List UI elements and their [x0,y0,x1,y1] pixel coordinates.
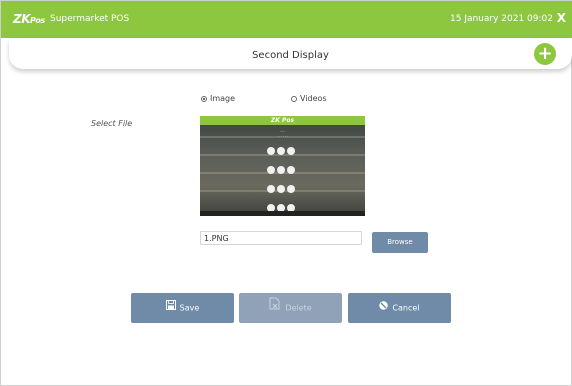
cancel-icon [379,293,389,323]
radio-unselected-icon [291,96,297,102]
select-file-label: Select File [91,119,133,128]
image-preview: ZK Pos ----- - - - - - - [200,116,365,216]
app-title: Supermarket POS [50,14,130,24]
floppy-disk-icon [165,293,176,323]
preview-footer [200,211,365,216]
radio-videos[interactable]: Videos [291,94,327,103]
logo-sub: Pos [30,16,45,25]
radio-image-label: Image [210,94,236,103]
top-bar: ZKPos Supermarket POS 15 January 2021 09… [1,1,572,38]
delete-label: Delete [285,303,312,313]
radio-image[interactable]: Image [201,94,235,103]
add-button[interactable]: + [534,43,556,65]
radio-selected-icon [201,96,207,102]
page-header: Second Display + [9,38,572,69]
preview-logo: ZK Pos [270,117,295,124]
page-title: Second Display [252,50,329,61]
preview-caption-dots: - - - - - - [276,134,289,138]
delete-button[interactable]: Delete [239,293,342,323]
preview-caption: ----- [279,129,286,133]
preview-keypad [266,141,300,216]
save-label: Save [179,303,200,313]
save-button[interactable]: Save [131,293,234,323]
close-button[interactable]: X [557,11,566,25]
logo-main: ZK [13,12,31,26]
browse-button[interactable]: Browse [372,232,428,253]
cancel-button[interactable]: Cancel [348,293,451,323]
file-name-input[interactable] [200,231,362,245]
cancel-label: Cancel [392,303,420,313]
radio-videos-label: Videos [300,94,327,103]
delete-file-icon [269,293,281,323]
datetime: 15 January 2021 09:02 [450,14,553,24]
zkpos-logo: ZKPos [13,12,45,26]
